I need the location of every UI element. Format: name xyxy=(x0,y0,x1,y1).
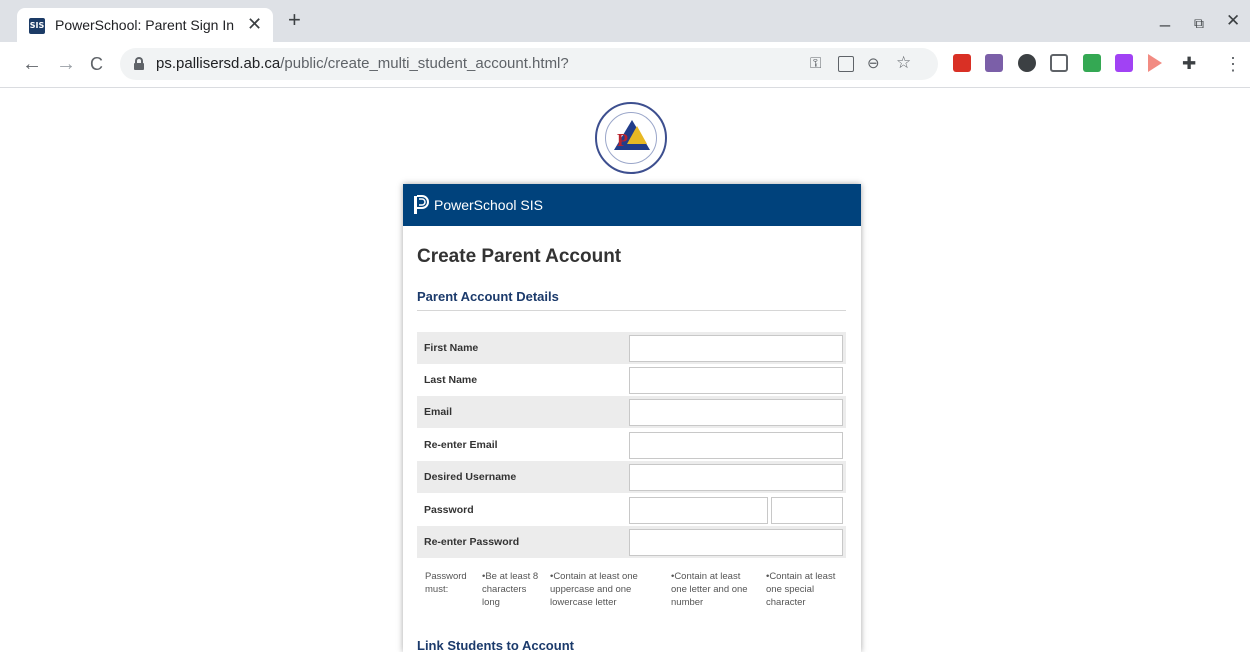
address-bar[interactable]: ps.pallisersd.ab.ca/public/create_multi_… xyxy=(120,48,938,80)
lock-icon[interactable] xyxy=(134,57,144,70)
powerschool-logo-icon xyxy=(414,195,429,214)
email-label: Email xyxy=(424,406,453,418)
bookmark-star-icon[interactable]: ☆ xyxy=(896,54,911,72)
brand-name: PowerSchool SIS xyxy=(434,197,543,213)
powerschool-header: PowerSchool SIS xyxy=(403,184,861,226)
reenter-password-label: Re-enter Password xyxy=(424,536,520,548)
browser-tab-strip: SIS PowerSchool: Parent Sign In ✕ + _ ⧉ … xyxy=(0,0,1250,42)
browser-toolbar: ← → C ps.pallisersd.ab.ca/public/create_… xyxy=(0,42,1250,88)
first-name-row: First Name xyxy=(417,332,846,364)
reenter-password-input[interactable] xyxy=(629,529,843,556)
create-account-card: PowerSchool SIS Create Parent Account Pa… xyxy=(403,184,861,652)
url-text[interactable]: ps.pallisersd.ab.ca/public/create_multi_… xyxy=(156,55,569,72)
new-tab-icon[interactable]: + xyxy=(288,9,301,31)
logo-letter: P xyxy=(617,130,628,150)
play-extension-icon[interactable] xyxy=(1148,54,1162,72)
reenter-email-row: Re-enter Email xyxy=(417,429,846,461)
acrobat-extension-icon[interactable] xyxy=(953,54,971,72)
close-tab-icon[interactable]: ✕ xyxy=(247,14,262,35)
tm-extension-icon[interactable] xyxy=(1115,54,1133,72)
email-row: Email xyxy=(417,396,846,428)
back-icon[interactable]: ← xyxy=(22,54,42,74)
reload-icon[interactable]: C xyxy=(90,54,103,74)
url-path: /public/create_multi_student_account.htm… xyxy=(280,55,569,72)
password-rule-length: •Be at least 8 characters long xyxy=(482,571,539,608)
window-close-icon[interactable]: ✕ xyxy=(1226,12,1240,30)
pdf-extension-icon[interactable] xyxy=(985,54,1003,72)
screen-capture-extension-icon[interactable] xyxy=(1050,54,1068,72)
section-title-link-students: Link Students to Account xyxy=(417,638,574,652)
section-title-account-details: Parent Account Details xyxy=(417,289,559,304)
translate-icon[interactable] xyxy=(838,56,854,72)
zoom-icon[interactable]: ⊖ xyxy=(867,55,880,73)
password-strength-indicator xyxy=(771,497,843,524)
url-host: ps.pallisersd.ab.ca xyxy=(156,55,281,72)
password-label: Password xyxy=(424,504,474,516)
smile-extension-icon[interactable] xyxy=(1083,54,1101,72)
desired-username-label: Desired Username xyxy=(424,471,517,483)
desired-username-row: Desired Username xyxy=(417,461,846,493)
section-divider xyxy=(417,310,846,311)
password-rule-letter-number: •Contain at least one letter and one num… xyxy=(671,571,748,608)
reenter-email-label: Re-enter Email xyxy=(424,439,498,451)
first-name-label: First Name xyxy=(424,342,479,354)
password-row: Password xyxy=(417,494,846,526)
tab-title: PowerSchool: Parent Sign In xyxy=(55,17,234,33)
browser-menu-icon[interactable]: ⋮ xyxy=(1224,54,1242,74)
last-name-label: Last Name xyxy=(424,374,478,386)
password-rules-intro: Password must: xyxy=(425,571,467,595)
password-key-icon[interactable]: ⚿ xyxy=(810,55,821,73)
last-name-row: Last Name xyxy=(417,364,846,396)
reenter-email-input[interactable] xyxy=(629,432,843,459)
extensions-puzzle-icon[interactable]: ✚ xyxy=(1182,54,1196,74)
reenter-password-row: Re-enter Password xyxy=(417,526,846,558)
desired-username-input[interactable] xyxy=(629,464,843,491)
incognito-extension-icon[interactable] xyxy=(1018,54,1036,72)
forward-icon[interactable]: → xyxy=(56,54,76,74)
email-input[interactable] xyxy=(629,399,843,426)
last-name-input[interactable] xyxy=(629,367,843,394)
restore-icon[interactable]: ⧉ xyxy=(1194,14,1204,32)
browser-tab[interactable]: SIS PowerSchool: Parent Sign In ✕ xyxy=(17,8,273,42)
password-rule-case: •Contain at least one uppercase and one … xyxy=(550,571,638,608)
password-rule-special: •Contain at least one special character xyxy=(766,571,836,608)
page-title: Create Parent Account xyxy=(417,246,622,267)
first-name-input[interactable] xyxy=(629,335,843,362)
minimize-icon[interactable]: _ xyxy=(1160,8,1170,26)
district-logo: P xyxy=(595,102,667,174)
powerschool-favicon-icon: SIS xyxy=(29,18,45,34)
password-input[interactable] xyxy=(629,497,768,524)
